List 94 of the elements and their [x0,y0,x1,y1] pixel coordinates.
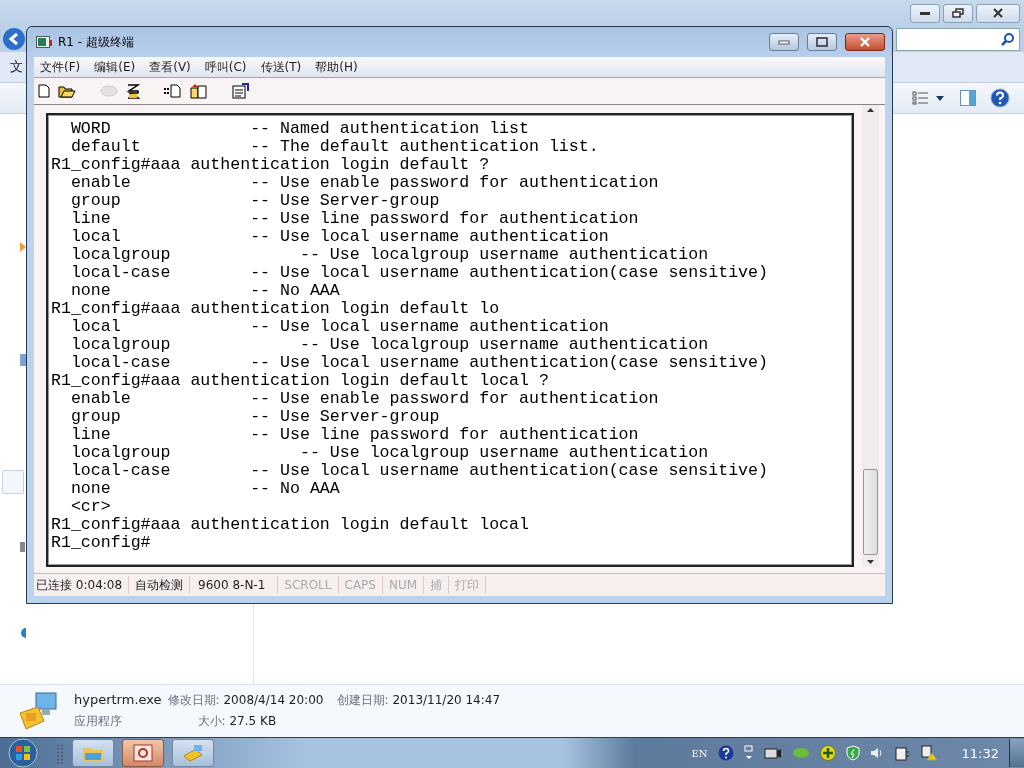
shield-icon[interactable] [845,745,860,761]
terminal-line: R1_config#aaa authentication login default local [51,516,530,534]
send-file-icon[interactable] [164,84,182,98]
open-folder-icon[interactable] [58,84,76,98]
status-indicator: SCROLL [278,576,339,594]
grip-icon [56,742,64,764]
close-button[interactable] [845,33,885,51]
window-title: R1 - 超级终端 [58,33,134,51]
scroll-down-icon[interactable] [866,559,875,565]
app-icon [132,743,154,763]
field-label: 修改日期: [167,693,220,707]
terminal-line: R1_config# [51,534,152,552]
search-field[interactable] [896,27,1020,51]
terminal-line: enable -- Use enable password for authentication [69,174,660,192]
scroll-up-icon[interactable] [866,107,875,113]
file-name: hypertrm.exe [74,692,162,709]
receive-file-icon[interactable] [190,83,208,99]
detect-status: 自动检测 [129,576,191,594]
status-indicator: 打印 [449,576,487,594]
menu-item[interactable]: 查看(V) [149,58,191,76]
terminal-line: local -- Use local username authentication [69,228,610,246]
terminal-line: R1_config#aaa authentication login default lo [51,300,501,318]
taskbar-button[interactable] [122,739,164,767]
field-value: 2013/11/20 14:47 [392,693,501,707]
close-icon [992,8,1004,18]
taskbar-button[interactable] [72,739,114,767]
terminal-line: WORD -- Named authentication list [69,120,530,138]
field-label: 创建日期: [336,693,389,707]
dial-phone-icon[interactable] [126,83,140,99]
terminal-screen[interactable] [46,113,854,567]
new-file-icon[interactable] [38,84,50,98]
terminal-line: enable -- Use enable password for authentication [69,390,660,408]
terminal-line: line -- Use line password for authentication [69,210,640,228]
terminal-line: line -- Use line password for authentication [69,426,640,444]
terminal-line: R1_config#aaa authentication login default ? [51,156,491,174]
terminal-line: group -- Use Server-group [69,192,441,210]
minimize-button[interactable] [910,3,940,23]
back-button[interactable] [2,27,26,51]
terminal-line: group -- Use Server-group [69,408,441,426]
field-label: 大小: [197,714,226,728]
minimize-icon [919,9,931,17]
minimize-icon [777,38,791,46]
terminal-line: local-case -- Use local username authentication(case sensitive) [69,264,769,282]
help-icon[interactable] [717,745,734,761]
restore-icon [952,8,964,18]
port-settings: 9600 8-N-1 [190,576,279,594]
properties-icon[interactable] [232,83,250,99]
menu-item[interactable]: 传送(T) [260,58,302,76]
field-value: 2008/4/14 20:00 [223,693,324,707]
file-icon [16,691,60,731]
maximize-button[interactable] [807,33,837,51]
help-icon[interactable] [990,88,1010,108]
clock[interactable]: 11:32 [961,745,999,761]
terminal-line: none -- No AAA [69,282,341,300]
terminal-line: default -- The default authentication list. [69,138,600,156]
status-indicator: 捕 [424,576,450,594]
terminal-line: <cr> [69,498,112,516]
maximize-icon [815,37,829,47]
status-indicator: CAPS [338,576,383,594]
menu-item[interactable]: 帮助(H) [315,58,358,76]
taskbar-button[interactable] [172,739,214,767]
close-button[interactable] [976,3,1020,23]
network-warning-icon[interactable] [919,745,938,761]
status-indicator: NUM [382,576,425,594]
terminal-line: localgroup -- Use localgroup username authentication [69,444,710,462]
terminal-line: local -- Use local username authentication [69,318,610,336]
show-desktop-button[interactable] [1009,739,1024,767]
terminal-line: local-case -- Use local username authentication(case sensitive) [69,462,769,480]
connection-status: 已连接 0:04:08 [34,576,130,594]
app-icon [36,35,52,49]
close-icon [858,37,872,47]
scroll-thumb[interactable] [863,469,878,555]
terminal-line: localgroup -- Use localgroup username authentication [69,336,710,354]
menu-item[interactable]: 呼叫(C) [204,58,247,76]
menu-item[interactable]: 文 [10,58,23,76]
terminal-line: R1_config#aaa authentication login default local ? [51,372,550,390]
scrollbar[interactable] [862,105,879,567]
volume-icon[interactable] [869,746,884,760]
file-type: 应用程序 [74,713,123,730]
search-icon [1001,32,1015,46]
start-button[interactable] [6,738,40,768]
plus-icon[interactable] [819,745,836,761]
power-plug-icon[interactable] [893,745,910,761]
terminal-line: localgroup -- Use localgroup username authentication [69,246,710,264]
menu-item[interactable]: 编辑(E) [94,58,136,76]
terminal-line: none -- No AAA [69,480,341,498]
field-value: 27.5 KB [229,714,277,728]
view-options-icon[interactable] [912,91,946,105]
language-indicator[interactable]: EN [691,747,708,759]
restore-button[interactable] [943,3,973,23]
preview-pane-icon[interactable] [960,90,976,106]
menu-item[interactable]: 文件(F) [40,58,81,76]
window-switch-icon[interactable] [743,745,754,761]
terminal-line: local-case -- Use local username authentication(case sensitive) [69,354,769,372]
